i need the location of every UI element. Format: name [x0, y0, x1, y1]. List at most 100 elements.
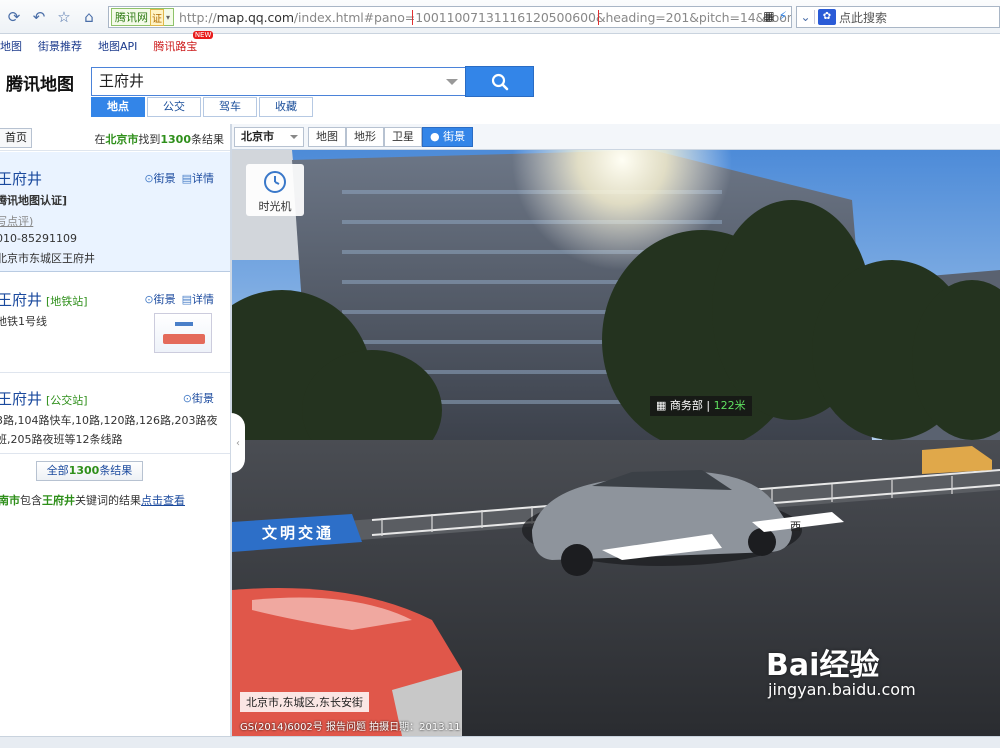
search-value: 王府井 [99, 72, 145, 90]
url-path: /index.html#pano= [293, 9, 416, 25]
url-text[interactable]: http://map.qq.com/index.html#pano=100110… [179, 9, 791, 25]
url-prefix: http:// [179, 9, 217, 25]
search-placeholder: 点此搜索 [839, 10, 888, 25]
kw-post: 关键词的结果 [75, 494, 141, 507]
url-host: map.qq.com [216, 9, 294, 25]
list-item[interactable]: 王府井 [地铁站] ⊙街景 ▤详情 地铁1号线 [0, 273, 230, 373]
star-icon[interactable]: ☆ [53, 6, 75, 28]
link-streetview-recommend[interactable]: 街景推荐 [38, 38, 82, 54]
result-title-text: 王府井 [0, 291, 43, 309]
all-results-button[interactable]: 全部1300条结果 [36, 461, 143, 481]
streetview-label: 街景 [153, 172, 176, 185]
found-mid: 找到 [138, 133, 161, 146]
mode-streetview[interactable]: ● 街景 [422, 126, 474, 147]
panorama-image[interactable] [232, 150, 1000, 736]
baidu-paw-icon[interactable]: ✿ [818, 9, 836, 25]
found-post: 条结果 [191, 133, 224, 146]
found-pre: 在 [94, 133, 106, 146]
detail-link[interactable]: ▤详情 [182, 291, 214, 307]
kw-city: 南市 [0, 494, 20, 507]
result-title-text: 王府井 [0, 390, 43, 408]
kw-pre: 包含 [20, 494, 42, 507]
link-lubao-label: 腾讯路宝 [153, 40, 198, 53]
link-map[interactable]: 地图 [0, 38, 22, 54]
detail-label: 详情 [192, 172, 214, 185]
poi-label[interactable]: ▦ 商务部 | 122米 [650, 396, 752, 416]
mode-streetview-label: 街景 [443, 129, 466, 143]
streetview-label: 街景 [192, 392, 214, 405]
pegman-icon: ● [430, 129, 440, 143]
site-badge[interactable]: 腾讯网证 ▾ [111, 8, 175, 26]
list-item[interactable]: 王府井 ⊙街景 ▤详情 腾讯地图认证] 写点评) 010-85291109 北京市… [0, 152, 230, 272]
link-lubao[interactable]: 腾讯路宝 NEW [153, 31, 214, 54]
streetview-label: 街景 [153, 293, 176, 306]
location-address: 北京市,东城区,东长安街 [240, 692, 369, 712]
cert-badge[interactable]: 证 [150, 8, 164, 26]
time-machine-label: 时光机 [258, 200, 292, 213]
detail-link[interactable]: ▤详情 [182, 170, 214, 186]
address-bar[interactable]: 腾讯网证 ▾ http://map.qq.com/index.html#pano=… [108, 6, 792, 28]
results-count: 在北京市找到1300条结果 [94, 131, 224, 147]
all-count: 1300 [68, 464, 100, 477]
result-phone: 010-85291109 [0, 232, 77, 245]
qr-code-icon[interactable]: ▦ [763, 9, 774, 23]
street-sign-text: 文明交通 [262, 524, 335, 542]
undo-icon[interactable]: ↶ [28, 6, 50, 28]
baidu-jingyan-watermark: Bai经验 jingyan.baidu.com [766, 640, 916, 699]
building-icon: ▦ [656, 399, 667, 412]
direction-label: 西 [790, 520, 801, 533]
site-badge-label: 腾讯网 [115, 11, 148, 24]
result-title[interactable]: 王府井 [0, 168, 42, 189]
all-post: 条结果 [99, 464, 133, 477]
city-select[interactable]: 北京市 [234, 126, 304, 147]
chevron-down-icon[interactable]: ⌄ [797, 10, 815, 24]
search-input[interactable]: 王府井 [91, 67, 466, 96]
found-count: 1300 [160, 133, 191, 146]
poi-distance: 122米 [713, 399, 746, 412]
streetview-link[interactable]: ⊙街景 [183, 390, 214, 406]
quick-links: 地图 街景推荐 地图API 腾讯路宝 NEW [0, 31, 1000, 58]
result-category: [公交站] [46, 394, 88, 407]
list-item[interactable]: 王府井 [公交站] ⊙街景 3路,104路快车,10路,120路,126路,203… [0, 374, 230, 454]
dropdown-arrow-icon[interactable] [446, 79, 458, 85]
chevron-left-icon: ‹ [236, 437, 240, 449]
collapse-panel-button[interactable]: ‹ [231, 413, 245, 473]
pin-icon: ⊙ [144, 172, 154, 185]
url-pano-id: 10011007131116120500600 [412, 9, 599, 25]
review-link[interactable]: 写点评) [0, 213, 33, 229]
time-machine-button[interactable]: 时光机 [246, 164, 304, 216]
tab-place[interactable]: 地点 [91, 97, 145, 117]
result-title[interactable]: 王府井 [地铁站] [0, 289, 88, 310]
home-button[interactable]: 首页 [0, 128, 32, 148]
copyright: GS(2014)6002号 报告问题 拍摄日期：2013.11 [240, 722, 461, 733]
chevron-down-icon[interactable]: ▾ [166, 13, 170, 22]
home-icon[interactable]: ⌂ [78, 6, 100, 28]
mode-terrain[interactable]: 地形 [346, 126, 384, 147]
new-badge: NEW [192, 31, 214, 39]
results-header: 首页 在北京市找到1300条结果 [0, 125, 230, 151]
refresh-icon[interactable]: ⟳ [3, 6, 25, 28]
map-toolbar: 北京市 地图 地形 卫星 ● 街景 [232, 124, 1000, 150]
result-category: [地铁站] [46, 295, 88, 308]
tab-favorites[interactable]: 收藏 [259, 97, 313, 117]
browser-toolbar: ⟳ ↶ ☆ ⌂ 腾讯网证 ▾ http://map.qq.com/index.ht… [0, 0, 1000, 34]
all-pre: 全部 [46, 464, 69, 477]
browser-search-box[interactable]: ⌄ ✿ 点此搜索 [796, 6, 1000, 28]
lightning-icon[interactable]: ⚡ [779, 9, 787, 23]
station-thumbnail[interactable] [154, 313, 212, 353]
search-button[interactable] [465, 66, 534, 97]
tab-bus[interactable]: 公交 [147, 97, 201, 117]
result-title[interactable]: 王府井 [公交站] [0, 388, 88, 409]
url-tail: &heading=201&pitch=14&zoom [595, 9, 791, 25]
mode-satellite[interactable]: 卫星 [384, 126, 422, 147]
link-map-api[interactable]: 地图API [98, 38, 137, 54]
detail-label: 详情 [192, 293, 214, 306]
streetview-link[interactable]: ⊙街景 [144, 291, 175, 307]
doc-icon: ▤ [181, 172, 192, 185]
streetview-panorama[interactable]: 文明交通 时光机 ▦ 商务部 | 122米 西 北京市,东城区,东长安街 GS(… [232, 150, 1000, 736]
streetview-link[interactable]: ⊙街景 [144, 170, 175, 186]
poi-name: 商务部 [669, 399, 703, 412]
tab-drive[interactable]: 驾车 [203, 97, 257, 117]
mode-map[interactable]: 地图 [308, 126, 346, 147]
kw-link[interactable]: 点击查看 [141, 494, 185, 507]
